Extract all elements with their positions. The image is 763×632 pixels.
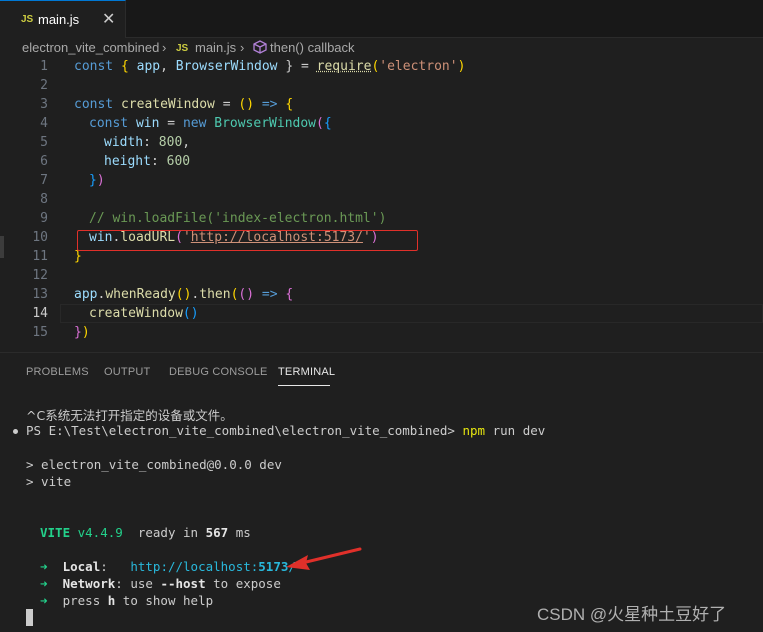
close-icon[interactable]: ✕ (102, 9, 115, 29)
code-line: 14 createWindow() (0, 305, 763, 324)
vite-help-line: ➜ press h to show help (40, 593, 214, 608)
code-text: }) (74, 325, 90, 340)
tab-problems[interactable]: PROBLEMS (26, 366, 89, 378)
vite-local-line: ➜ Local: http://localhost:5173/ (40, 559, 296, 574)
code-text: height: 600 (104, 154, 191, 169)
code-line: 1 const { app, BrowserWindow } = require… (0, 58, 763, 77)
code-line: 4 const win = new BrowserWindow({ (0, 115, 763, 134)
line-number: 4 (40, 116, 48, 131)
terminal-prompt-line: PS E:\Test\electron_vite_combined\electr… (26, 423, 546, 438)
code-text: const win = new BrowserWindow({ (89, 116, 332, 131)
annotation-arrow-icon (280, 537, 370, 582)
code-line: 2 (0, 77, 763, 96)
breadcrumb-folder[interactable]: electron_vite_combined (22, 40, 159, 55)
code-line: 5 width: 800, (0, 134, 763, 153)
code-line: 7 }) (0, 172, 763, 191)
line-number: 15 (32, 325, 48, 340)
code-text: const { app, BrowserWindow } = require('… (74, 59, 466, 74)
code-line: 6 height: 600 (0, 153, 763, 172)
code-text: app.whenReady().then(() => { (74, 287, 294, 302)
tab-debug-console[interactable]: DEBUG CONSOLE (169, 366, 268, 378)
panel-tabs: PROBLEMS OUTPUT DEBUG CONSOLE TERMINAL (0, 353, 763, 387)
tab-main-js[interactable]: JS main.js ✕ (0, 0, 126, 38)
code-line: 8 (0, 191, 763, 210)
code-line: 9 // win.loadFile('index-electron.html') (0, 210, 763, 229)
line-number: 9 (40, 211, 48, 226)
line-number-active: 14 (32, 306, 48, 321)
annotation-highlight-box (77, 230, 418, 251)
local-url-link[interactable]: http://localhost:5173/ (130, 559, 296, 574)
vite-ready-line: VITE v4.4.9 ready in 567 ms (40, 525, 251, 540)
breadcrumb-symbol[interactable]: then() callback (270, 40, 355, 55)
code-editor[interactable]: 1 const { app, BrowserWindow } = require… (0, 58, 763, 348)
code-line: 3 const createWindow = () => { (0, 96, 763, 115)
code-text: } (74, 249, 82, 264)
terminal-cursor (26, 609, 33, 626)
terminal-error-line: ^C系统无法打开指定的设备或文件。 (26, 408, 233, 423)
code-text: createWindow() (89, 306, 199, 321)
chevron-right-icon: › (162, 40, 167, 55)
tab-terminal[interactable]: TERMINAL (278, 366, 335, 378)
watermark: CSDN @火星种土豆好了 (537, 605, 727, 624)
line-number: 8 (40, 192, 48, 207)
cube-symbol-icon (253, 40, 267, 57)
line-number: 10 (32, 230, 48, 245)
line-number: 6 (40, 154, 48, 169)
vite-network-line: ➜ Network: use --host to expose (40, 576, 281, 591)
code-text: width: 800, (104, 135, 191, 150)
editor-tab-bar: JS main.js ✕ (0, 0, 763, 38)
tab-output[interactable]: OUTPUT (104, 366, 150, 378)
breadcrumb: electron_vite_combined › JS main.js › th… (0, 38, 763, 58)
line-number: 3 (40, 97, 48, 112)
javascript-file-icon: JS (176, 43, 189, 54)
code-line: 15 }) (0, 324, 763, 343)
line-number: 1 (40, 59, 48, 74)
tab-label: main.js (38, 12, 80, 27)
line-number: 2 (40, 78, 48, 93)
terminal-line: > vite (26, 474, 72, 489)
line-number: 11 (32, 249, 48, 264)
terminal[interactable]: ^C系统无法打开指定的设备或文件。 PS E:\Test\electron_vi… (0, 395, 763, 632)
code-line: 12 (0, 267, 763, 286)
javascript-file-icon: JS (21, 14, 34, 25)
active-tab-indicator (278, 385, 330, 386)
code-comment: // win.loadFile('index-electron.html') (89, 211, 387, 226)
code-line: 13 app.whenReady().then(() => { (0, 286, 763, 305)
line-number: 5 (40, 135, 48, 150)
line-number: 12 (32, 268, 48, 283)
command-decoration-icon (13, 429, 18, 434)
line-number: 13 (32, 287, 48, 302)
code-text: const createWindow = () => { (74, 97, 294, 112)
terminal-line: > electron_vite_combined@0.0.0 dev (26, 457, 282, 472)
chevron-right-icon: › (240, 40, 245, 55)
code-text: }) (89, 173, 105, 188)
line-number: 7 (40, 173, 48, 188)
breadcrumb-file[interactable]: main.js (195, 40, 236, 55)
